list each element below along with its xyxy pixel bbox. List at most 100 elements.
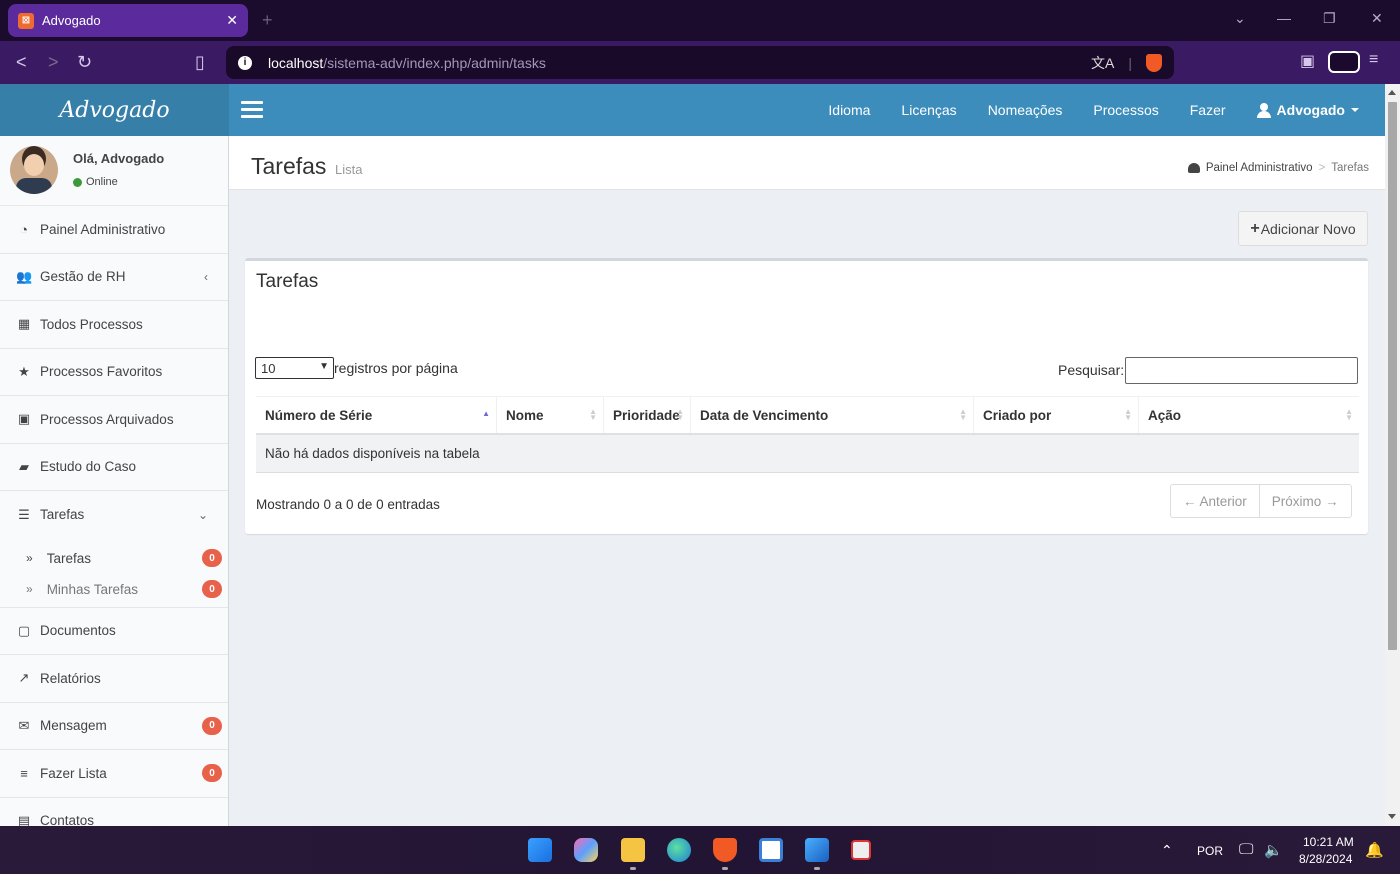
sidebar-item-label: Painel Administrativo <box>40 221 166 237</box>
running-indicator <box>630 867 636 870</box>
page-subtitle: Lista <box>335 162 363 177</box>
chevron-up-icon[interactable]: ⌃ <box>1161 842 1173 859</box>
sort-icon: ▲ ▼ <box>1124 407 1132 422</box>
nav-nomeacoes[interactable]: Nomeações <box>988 102 1063 118</box>
nav-licencas[interactable]: Licenças <box>901 102 956 118</box>
forward-icon[interactable]: > <box>48 52 59 73</box>
translate-icon[interactable]: 文A <box>1091 53 1114 73</box>
column-criado-por[interactable]: Criado por ▲ ▼ <box>974 397 1139 433</box>
table-header: Número de Série ▲ Nome ▲ ▼ Prioridade ▲ ▼ … <box>256 396 1359 435</box>
user-icon <box>1256 103 1271 118</box>
sidebar-item-processos-arquivados[interactable]: ▣ Processos Arquivados <box>0 396 228 444</box>
close-tab-icon[interactable]: ✕ <box>226 12 238 29</box>
sidebar-item-relatorios[interactable]: ↗ Relatórios <box>0 655 228 703</box>
column-label: Prioridade <box>613 407 680 423</box>
add-new-button[interactable]: + Adicionar Novo <box>1238 211 1368 246</box>
browser-tab[interactable]: ⊠ Advogado ✕ <box>8 4 248 37</box>
clock-time[interactable]: 10:21 AM <box>1303 835 1354 849</box>
vpn-extension-icon[interactable] <box>1328 51 1360 73</box>
sidebar-item-label: Processos Arquivados <box>40 411 174 427</box>
next-page-button[interactable]: Próximo → <box>1258 485 1351 517</box>
user-panel: Olá, Advogado Online <box>0 136 228 206</box>
browser-menu-icon[interactable]: ≡ <box>1369 51 1378 69</box>
sidebar-toggle-icon[interactable]: ▣ <box>1300 51 1315 71</box>
column-numero-serie[interactable]: Número de Série ▲ <box>256 397 497 433</box>
envelope-icon: ✉ <box>18 717 30 733</box>
sidebar-item-mensagem[interactable]: ✉ Mensagem 0 <box>0 703 228 750</box>
restore-icon[interactable]: ❐ <box>1323 10 1336 27</box>
snipping-tool-icon[interactable] <box>851 840 871 860</box>
user-menu[interactable]: Advogado <box>1256 102 1359 118</box>
chevron-down-icon: ▼ <box>319 361 329 372</box>
sidebar-item-gestao-rh[interactable]: 👥 Gestão de RH ‹ <box>0 254 228 301</box>
count-badge: 0 <box>202 716 222 735</box>
sort-icon: ▲ ▼ <box>1345 407 1353 422</box>
address-bar[interactable]: i localhost/sistema-adv/index.php/admin/… <box>226 46 1174 79</box>
nav-fazer[interactable]: Fazer <box>1190 102 1226 118</box>
page-scrollbar[interactable] <box>1385 84 1400 826</box>
top-navbar: Idioma Licenças Nomeações Processos Faze… <box>229 84 1385 136</box>
clock-date[interactable]: 8/28/2024 <box>1299 852 1352 866</box>
site-info-icon[interactable]: i <box>238 55 252 70</box>
column-prioridade[interactable]: Prioridade ▲ ▼ <box>604 397 691 433</box>
volume-icon[interactable]: 🔈 <box>1264 841 1283 859</box>
sidebar-item-painel[interactable]: ◔ Painel Administrativo <box>0 206 228 254</box>
minimize-icon[interactable]: — <box>1277 10 1291 26</box>
window-close-icon[interactable]: ✕ <box>1371 10 1383 27</box>
sidebar-item-fazer-lista[interactable]: ≡ Fazer Lista 0 <box>0 750 228 798</box>
notification-bell-icon[interactable]: 🔔 <box>1365 841 1384 859</box>
submenu-item-tarefas[interactable]: » Tarefas 0 <box>0 543 228 574</box>
sidebar-item-tarefas[interactable]: ☰ Tarefas ⌄ <box>0 491 228 539</box>
tab-search-icon[interactable]: ⌄ <box>1234 10 1246 27</box>
breadcrumb-home[interactable]: Painel Administrativo <box>1206 162 1313 174</box>
tarefas-submenu: » Tarefas 0 » Minhas Tarefas 0 <box>0 539 228 608</box>
count-badge: 0 <box>202 549 222 567</box>
submenu-item-minhas-tarefas[interactable]: » Minhas Tarefas 0 <box>0 574 228 605</box>
pagination: ← Anterior Próximo → <box>1170 484 1352 518</box>
dashboard-icon: ◔ <box>20 221 28 237</box>
brave-shield-icon[interactable] <box>1146 53 1162 72</box>
scroll-thumb[interactable] <box>1388 102 1397 650</box>
sidebar-item-todos-processos[interactable]: ▦ Todos Processos <box>0 301 228 349</box>
app-logo[interactable]: Advogado <box>0 84 229 136</box>
contacts-icon: ▤ <box>17 812 31 826</box>
column-acao[interactable]: Ação ▲ ▼ <box>1139 397 1359 433</box>
store-icon[interactable] <box>759 838 783 862</box>
scroll-up-icon[interactable] <box>1388 90 1396 95</box>
bookmark-icon[interactable]: ▯ <box>195 52 205 73</box>
table-empty-row: Não há dados disponíveis na tabela <box>256 435 1359 473</box>
edge-icon[interactable] <box>667 838 691 862</box>
menu-toggle-icon[interactable] <box>241 101 263 119</box>
search-input[interactable] <box>1125 357 1358 384</box>
column-nome[interactable]: Nome ▲ ▼ <box>497 397 604 433</box>
prev-page-button[interactable]: ← Anterior <box>1171 485 1259 517</box>
copilot-icon[interactable] <box>574 838 598 862</box>
sort-asc-icon: ▲ <box>482 409 490 418</box>
sidebar: Olá, Advogado Online ◔ Painel Administra… <box>0 136 229 826</box>
sidebar-item-contatos[interactable]: ▤ Contatos <box>0 798 228 826</box>
scroll-down-icon[interactable] <box>1388 814 1396 819</box>
new-tab-icon[interactable]: + <box>262 10 273 31</box>
back-icon[interactable]: < <box>16 52 27 73</box>
nav-processos[interactable]: Processos <box>1093 102 1158 118</box>
page-length-select[interactable]: 10 ▼ <box>255 357 334 379</box>
photos-icon[interactable] <box>805 838 829 862</box>
sidebar-item-processos-favoritos[interactable]: ★ Processos Favoritos <box>0 349 228 396</box>
column-data-vencimento[interactable]: Data de Vencimento ▲ ▼ <box>691 397 974 433</box>
windows-start-icon[interactable] <box>528 838 552 862</box>
users-icon: 👥 <box>16 268 33 284</box>
page-length-value: 10 <box>261 360 276 376</box>
language-indicator[interactable]: POR <box>1197 844 1223 858</box>
network-icon[interactable]: 🖵 <box>1239 841 1253 858</box>
sidebar-item-label: Relatórios <box>40 670 101 686</box>
search-label: Pesquisar: <box>1058 362 1125 378</box>
file-explorer-icon[interactable] <box>621 838 645 862</box>
column-label: Ação <box>1148 407 1182 423</box>
nav-idioma[interactable]: Idioma <box>828 102 870 118</box>
brave-icon[interactable] <box>713 838 737 862</box>
sidebar-item-estudo-caso[interactable]: ▰ Estudo do Caso <box>0 444 228 491</box>
reload-icon[interactable]: ↻ <box>77 52 92 73</box>
sidebar-item-documentos[interactable]: ▢ Documentos <box>0 608 228 655</box>
separator: | <box>1128 54 1132 71</box>
url-host: localhost <box>268 54 324 71</box>
